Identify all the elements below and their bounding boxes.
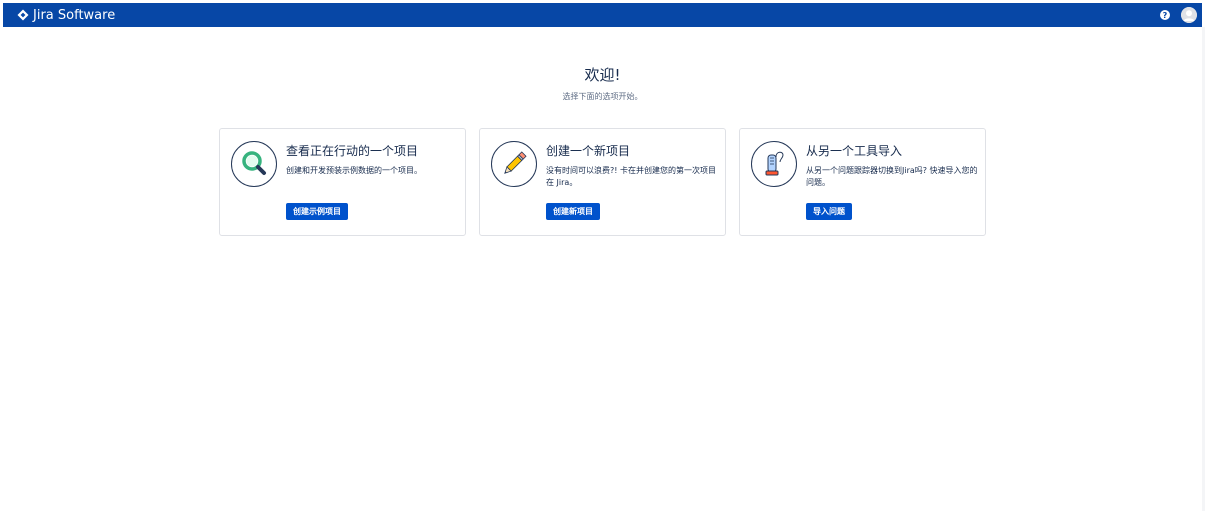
pencil-icon xyxy=(491,141,537,187)
create-new-project-button[interactable]: 创建新项目 xyxy=(546,203,600,220)
top-navigation-bar: Jira Software ? xyxy=(3,3,1202,27)
topbar-actions: ? xyxy=(1160,7,1197,23)
magnifier-icon xyxy=(231,141,277,187)
card-title: 查看正在行动的一个项目 xyxy=(286,144,419,158)
jira-logo-icon xyxy=(17,9,29,21)
new-project-card: 创建一个新项目 没有时间可以浪费?! 卡在并创建您的第一次项目在 Jira。 创… xyxy=(479,128,726,236)
card-description: 从另一个问题跟踪器切换到Jira吗? 快速导入您的问题。 xyxy=(806,166,978,187)
card-description: 创建和开发预装示例数据的一个项目。 xyxy=(286,166,422,175)
help-icon[interactable]: ? xyxy=(1160,10,1170,20)
page: Jira Software ? 欢迎! 选择下面的选项开始。 查看正在行动的一个 xyxy=(0,0,1205,511)
vacuum-icon xyxy=(751,141,797,187)
welcome-subtitle: 选择下面的选项开始。 xyxy=(562,92,643,101)
card-title: 从另一个工具导入 xyxy=(806,144,903,158)
import-card: 从另一个工具导入 从另一个问题跟踪器切换到Jira吗? 快速导入您的问题。 导入… xyxy=(739,128,986,236)
card-description: 没有时间可以浪费?! 卡在并创建您的第一次项目在 Jira。 xyxy=(546,166,716,187)
brand-label: Jira Software xyxy=(33,7,116,23)
sample-project-card: 查看正在行动的一个项目 创建和开发预装示例数据的一个项目。 创建示例项目 xyxy=(219,128,466,236)
welcome-title: 欢迎! xyxy=(584,66,621,84)
user-silhouette-icon xyxy=(1181,7,1197,23)
user-avatar[interactable] xyxy=(1181,7,1197,23)
import-issues-button[interactable]: 导入问题 xyxy=(806,203,852,220)
create-sample-project-button[interactable]: 创建示例项目 xyxy=(286,203,348,220)
card-title: 创建一个新项目 xyxy=(546,144,631,158)
jira-home-link[interactable]: Jira Software xyxy=(17,8,115,23)
